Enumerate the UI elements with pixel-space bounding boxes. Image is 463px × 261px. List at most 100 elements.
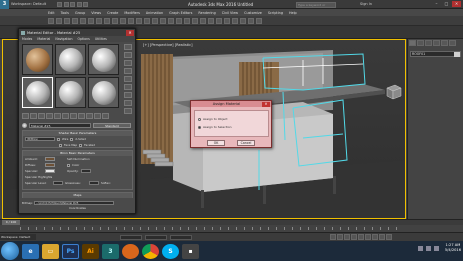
spec-level-spinner[interactable] bbox=[53, 181, 63, 185]
menu-item-customize[interactable]: Customize bbox=[244, 11, 262, 15]
menu-item-animation[interactable]: Animation bbox=[146, 11, 163, 15]
workspace-selector[interactable]: Workspace: Default bbox=[11, 2, 55, 6]
3ds-max-icon[interactable]: 3 bbox=[102, 243, 119, 259]
material-slot[interactable] bbox=[88, 44, 119, 75]
hierarchy-tab-icon[interactable] bbox=[425, 40, 432, 46]
play-icon[interactable] bbox=[344, 234, 350, 240]
photoshop-icon[interactable]: Ps bbox=[62, 243, 79, 259]
show-shaded-material-icon[interactable] bbox=[78, 113, 85, 119]
status-workspace-selector[interactable]: Workspace: Default bbox=[0, 234, 36, 240]
move-icon[interactable] bbox=[128, 17, 134, 24]
assign-dialog-titlebar[interactable]: Assign Material ✕ bbox=[191, 101, 271, 107]
faceted-checkbox[interactable] bbox=[79, 143, 83, 147]
display-tab-icon[interactable] bbox=[441, 40, 448, 46]
internet-explorer-icon[interactable]: e bbox=[22, 243, 39, 259]
sign-in-button[interactable]: Sign In bbox=[360, 2, 372, 6]
render-setup-icon[interactable] bbox=[240, 17, 246, 24]
chrome-icon[interactable] bbox=[142, 243, 159, 259]
unlink-icon[interactable] bbox=[72, 17, 78, 24]
folder-icon[interactable]: ▭ bbox=[42, 243, 59, 259]
go-forward-to-sibling-icon[interactable] bbox=[102, 113, 109, 119]
viewcube-icon[interactable] bbox=[383, 82, 403, 102]
assign-dialog-close-button[interactable]: ✕ bbox=[262, 101, 270, 107]
make-preview-icon[interactable] bbox=[124, 84, 132, 90]
rotate-icon[interactable] bbox=[136, 17, 142, 24]
opacity-spinner[interactable] bbox=[80, 169, 91, 173]
me-menu-modes[interactable]: Modes bbox=[22, 37, 32, 41]
create-tab-icon[interactable] bbox=[409, 40, 416, 46]
background-icon[interactable] bbox=[124, 60, 132, 66]
reset-map-icon[interactable] bbox=[46, 113, 53, 119]
go-to-parent-icon[interactable] bbox=[94, 113, 101, 119]
render-production-icon[interactable] bbox=[256, 17, 262, 24]
ambient-color-swatch[interactable] bbox=[45, 157, 55, 161]
motion-tab-icon[interactable] bbox=[433, 40, 440, 46]
redo-tool-icon[interactable] bbox=[56, 17, 62, 24]
menu-item-views[interactable]: Views bbox=[91, 11, 101, 15]
undo-icon[interactable] bbox=[76, 1, 82, 7]
selection-filter-icon[interactable] bbox=[88, 17, 94, 24]
next-frame-icon[interactable] bbox=[351, 234, 357, 240]
shader-type-dropdown[interactable]: (B)Blinn bbox=[25, 137, 55, 141]
menu-item-create[interactable]: Create bbox=[107, 11, 118, 15]
save-file-icon[interactable] bbox=[70, 1, 75, 7]
firefox-icon[interactable] bbox=[122, 243, 139, 259]
assign-to-selection-radio[interactable] bbox=[198, 125, 201, 129]
zoom-extents-icon[interactable] bbox=[365, 234, 371, 240]
material-slot[interactable] bbox=[55, 44, 86, 75]
menu-item-edit[interactable]: Edit bbox=[48, 11, 55, 15]
go-to-end-icon[interactable] bbox=[358, 234, 364, 240]
layer-explorer-icon[interactable] bbox=[208, 17, 214, 24]
get-material-icon[interactable] bbox=[22, 113, 29, 119]
utilities-tab-icon[interactable] bbox=[449, 40, 456, 46]
material-editor-close-button[interactable]: ✕ bbox=[126, 29, 134, 36]
search-input[interactable]: Type a keyword or phrase bbox=[296, 1, 336, 12]
menu-item-civil-view[interactable]: Civil View bbox=[222, 11, 238, 15]
select-by-material-icon[interactable] bbox=[124, 100, 132, 106]
window-crossing-icon[interactable] bbox=[120, 17, 126, 24]
select-object-icon[interactable] bbox=[96, 17, 102, 24]
y-coordinate-field[interactable] bbox=[145, 235, 167, 240]
me-options-icon[interactable] bbox=[124, 92, 132, 98]
pick-material-from-object-icon[interactable] bbox=[22, 122, 27, 128]
menu-item-scripting[interactable]: Scripting bbox=[268, 11, 283, 15]
volume-icon[interactable] bbox=[433, 245, 439, 251]
new-file-icon[interactable] bbox=[57, 1, 62, 7]
wire-checkbox[interactable] bbox=[57, 137, 60, 141]
menu-item-group[interactable]: Group bbox=[75, 11, 85, 15]
me-menu-navigation[interactable]: Navigation bbox=[55, 37, 72, 41]
make-unique-icon[interactable] bbox=[54, 113, 61, 119]
angle-snap-icon[interactable] bbox=[176, 17, 182, 24]
start-button-icon[interactable] bbox=[1, 242, 19, 260]
me-menu-material[interactable]: Material bbox=[37, 37, 50, 41]
minimize-button[interactable]: – bbox=[432, 1, 441, 7]
rectangular-selection-icon[interactable] bbox=[112, 17, 118, 24]
undo-tool-icon[interactable] bbox=[48, 17, 54, 24]
material-type-button[interactable]: Standard bbox=[93, 122, 131, 128]
percent-snap-icon[interactable] bbox=[184, 17, 190, 24]
uv-tiling-icon[interactable] bbox=[124, 68, 132, 74]
3ds-max-logo-icon[interactable]: 3 bbox=[0, 0, 9, 9]
material-slot[interactable] bbox=[55, 77, 86, 108]
redo-icon[interactable] bbox=[83, 1, 88, 7]
color-checkbox[interactable] bbox=[67, 163, 70, 167]
pivot-center-icon[interactable] bbox=[160, 17, 166, 24]
menu-item-graph-editors[interactable]: Graph Editors bbox=[169, 11, 192, 15]
close-button[interactable]: ✕ bbox=[452, 1, 461, 7]
clock[interactable]: 1:27 AM 5/4/2016 bbox=[445, 243, 461, 253]
go-to-start-icon[interactable] bbox=[330, 234, 336, 240]
menu-item-tools[interactable]: Tools bbox=[61, 11, 69, 15]
illustrator-icon[interactable]: Ai bbox=[82, 243, 99, 259]
previous-frame-icon[interactable] bbox=[337, 234, 343, 240]
assign-material-to-selection-icon[interactable] bbox=[38, 113, 45, 119]
curve-editor-icon[interactable] bbox=[216, 17, 222, 24]
face-map-checkbox[interactable] bbox=[59, 143, 62, 147]
menu-item-rendering[interactable]: Rendering bbox=[198, 11, 215, 15]
specular-color-swatch[interactable] bbox=[45, 169, 55, 173]
tray-arrow-icon[interactable] bbox=[417, 245, 423, 251]
snaps-toggle-icon[interactable] bbox=[168, 17, 174, 24]
show-end-result-icon[interactable] bbox=[86, 113, 93, 119]
ok-button[interactable]: OK bbox=[207, 140, 225, 146]
material-slot[interactable] bbox=[22, 44, 53, 75]
select-by-name-icon[interactable] bbox=[104, 17, 110, 24]
